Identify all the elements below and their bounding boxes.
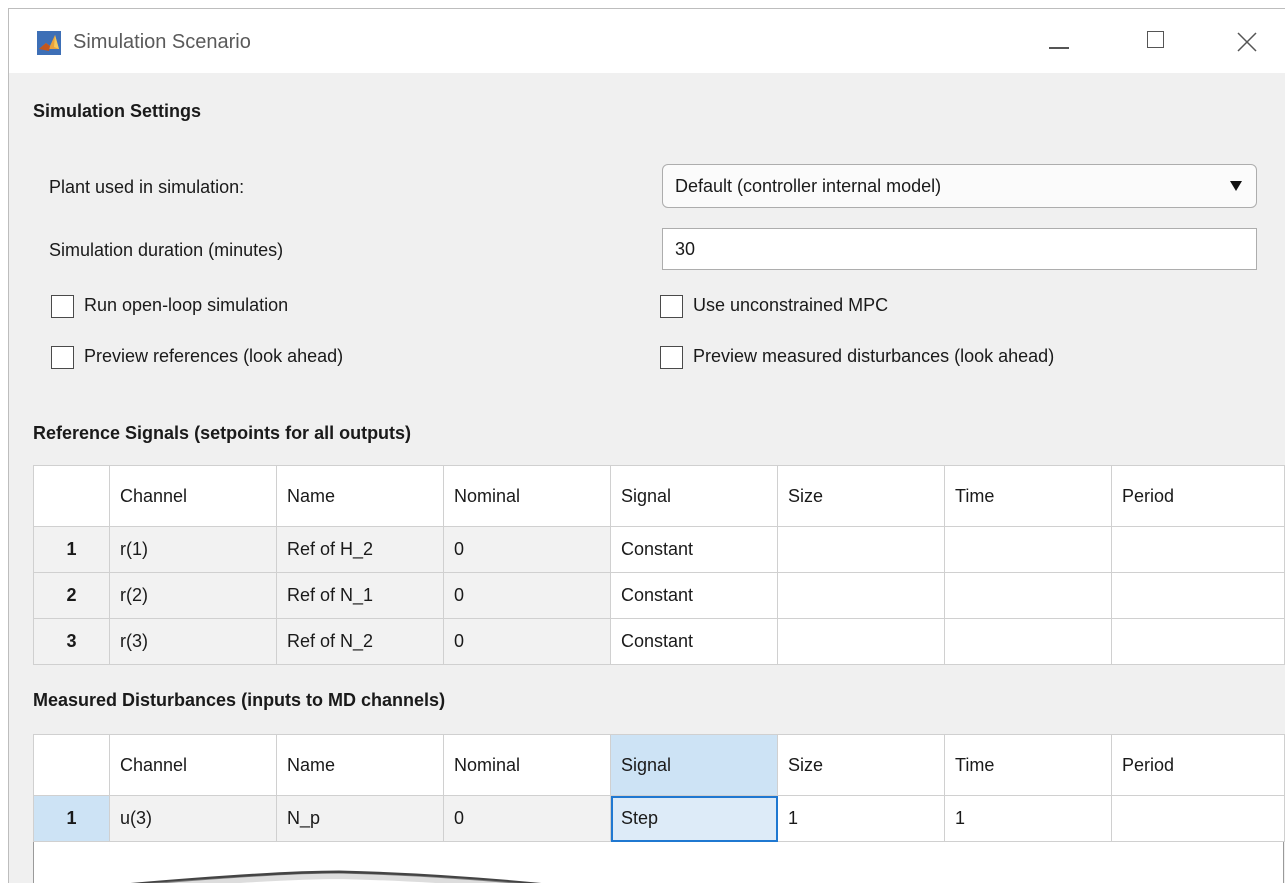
row-index-header [33, 734, 110, 796]
column-header[interactable]: Time [944, 734, 1112, 796]
row-index-header [33, 465, 110, 527]
preview-md-checkbox[interactable] [660, 346, 683, 369]
window-title: Simulation Scenario [73, 31, 251, 53]
nominal-cell: 0 [443, 618, 611, 665]
column-header[interactable]: Period [1111, 465, 1285, 527]
preview-references-checkbox[interactable] [51, 346, 74, 369]
table-header-row: Channel Name Nominal Signal Size Time Pe… [33, 465, 1285, 527]
signal-cell-selected[interactable]: Step [610, 795, 778, 842]
open-loop-checkbox[interactable] [51, 295, 74, 318]
preview-md-label: Preview measured disturbances (look ahea… [693, 346, 1055, 366]
table-row: 3 r(3) Ref of N_2 0 Constant [33, 618, 1285, 665]
size-cell[interactable]: 1 [777, 795, 945, 842]
column-header[interactable]: Nominal [443, 734, 611, 796]
time-cell[interactable] [944, 572, 1112, 619]
time-cell[interactable] [944, 618, 1112, 665]
column-header-selected[interactable]: Signal [610, 734, 778, 796]
time-cell[interactable] [944, 526, 1112, 573]
plant-dropdown[interactable]: Default (controller internal model) [662, 164, 1257, 208]
measured-disturbances-heading: Measured Disturbances (inputs to MD chan… [33, 690, 446, 710]
column-header[interactable]: Channel [109, 465, 277, 527]
period-cell[interactable] [1111, 795, 1285, 842]
reference-signals-heading: Reference Signals (setpoints for all out… [33, 423, 412, 443]
nominal-cell: 0 [443, 572, 611, 619]
minimize-button[interactable] [1039, 27, 1079, 57]
name-cell: N_p [276, 795, 444, 842]
duration-label: Simulation duration (minutes) [49, 240, 284, 260]
row-index[interactable]: 2 [33, 572, 110, 619]
channel-cell: r(2) [109, 572, 277, 619]
column-header[interactable]: Period [1111, 734, 1285, 796]
period-cell[interactable] [1111, 618, 1285, 665]
size-cell[interactable] [777, 572, 945, 619]
table-row: 1 r(1) Ref of H_2 0 Constant [33, 526, 1285, 573]
column-header[interactable]: Size [777, 465, 945, 527]
title-bar: Simulation Scenario [9, 9, 1285, 73]
period-cell[interactable] [1111, 572, 1285, 619]
maximize-button[interactable] [1137, 27, 1177, 57]
column-header[interactable]: Nominal [443, 465, 611, 527]
column-header[interactable]: Time [944, 465, 1112, 527]
row-index[interactable]: 1 [33, 526, 110, 573]
signal-cell[interactable]: Constant [610, 572, 778, 619]
name-cell: Ref of H_2 [276, 526, 444, 573]
period-cell[interactable] [1111, 526, 1285, 573]
column-header[interactable]: Channel [109, 734, 277, 796]
channel-cell: u(3) [109, 795, 277, 842]
table-header-row: Channel Name Nominal Signal Size Time Pe… [33, 734, 1285, 796]
simulation-scenario-window: Simulation Scenario Simulation Settings … [8, 8, 1285, 883]
torn-edge-decoration [129, 870, 541, 883]
row-index[interactable]: 3 [33, 618, 110, 665]
simulation-settings-heading: Simulation Settings [33, 101, 202, 121]
chevron-down-icon [1230, 181, 1242, 191]
table-row: 2 r(2) Ref of N_1 0 Constant [33, 572, 1285, 619]
measured-disturbances-table: Channel Name Nominal Signal Size Time Pe… [33, 734, 1285, 842]
close-icon [1237, 32, 1257, 52]
row-index[interactable]: 1 [33, 795, 110, 842]
duration-input[interactable] [663, 229, 1235, 269]
matlab-logo-icon [37, 31, 61, 55]
name-cell: Ref of N_2 [276, 618, 444, 665]
duration-field[interactable] [662, 228, 1257, 270]
preview-references-label: Preview references (look ahead) [84, 346, 344, 366]
name-cell: Ref of N_1 [276, 572, 444, 619]
unconstrained-mpc-label: Use unconstrained MPC [693, 295, 889, 315]
channel-cell: r(1) [109, 526, 277, 573]
size-cell[interactable] [777, 526, 945, 573]
column-header[interactable]: Name [276, 465, 444, 527]
plant-label: Plant used in simulation: [49, 177, 245, 197]
column-header[interactable]: Size [777, 734, 945, 796]
column-header[interactable]: Name [276, 734, 444, 796]
table-row: 1 u(3) N_p 0 Step 1 1 [33, 795, 1285, 842]
signal-cell[interactable]: Constant [610, 618, 778, 665]
channel-cell: r(3) [109, 618, 277, 665]
reference-signals-table: Channel Name Nominal Signal Size Time Pe… [33, 465, 1285, 665]
plant-dropdown-value: Default (controller internal model) [675, 176, 942, 196]
close-button[interactable] [1227, 27, 1267, 57]
open-loop-label: Run open-loop simulation [84, 295, 289, 315]
nominal-cell: 0 [443, 795, 611, 842]
nominal-cell: 0 [443, 526, 611, 573]
size-cell[interactable] [777, 618, 945, 665]
unconstrained-mpc-checkbox[interactable] [660, 295, 683, 318]
signal-cell[interactable]: Constant [610, 526, 778, 573]
time-cell[interactable]: 1 [944, 795, 1112, 842]
column-header[interactable]: Signal [610, 465, 778, 527]
